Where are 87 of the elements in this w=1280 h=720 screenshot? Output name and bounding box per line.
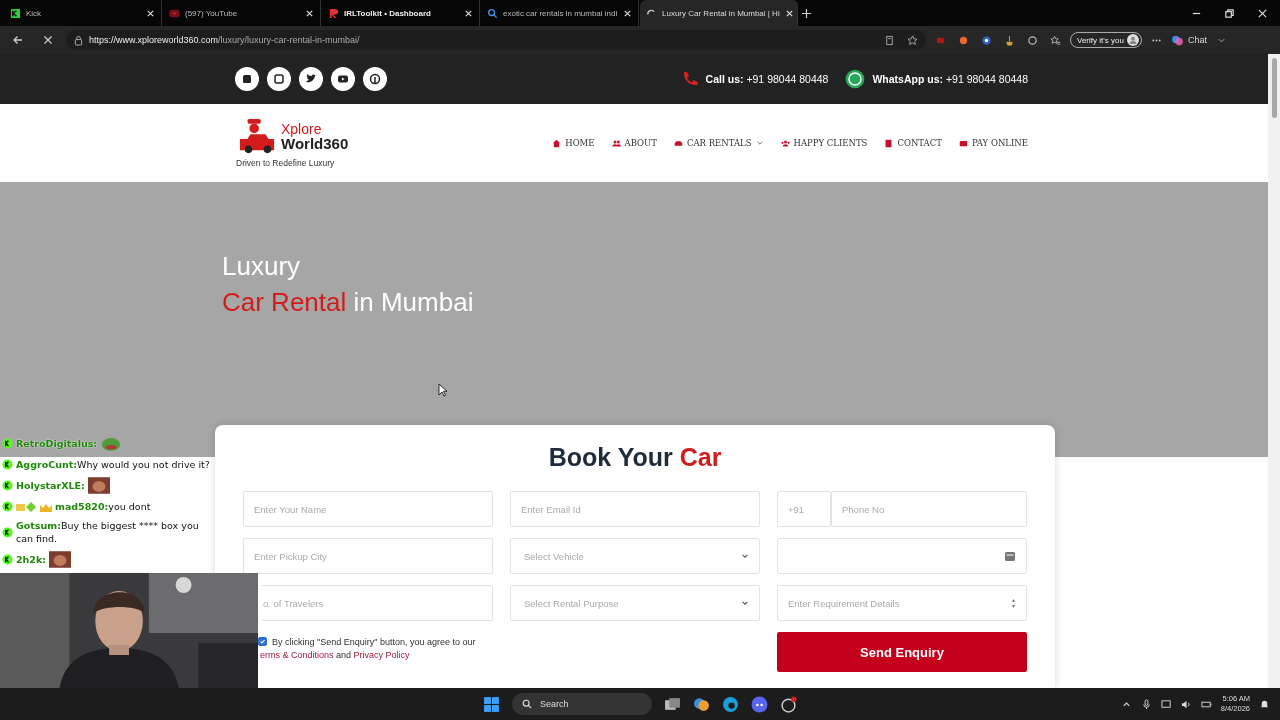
nav-link[interactable]: CONTACT	[884, 138, 942, 148]
date-field[interactable]	[777, 538, 1027, 574]
chat-message: mad5820:you dont	[55, 500, 151, 513]
toolkit-logo-icon	[328, 7, 339, 19]
scrollbar[interactable]	[1268, 54, 1280, 688]
calendar-icon	[1004, 550, 1016, 562]
address-bar[interactable]: https://www.xploreworld360.com/luxury/luxury-car-rental-in-mumbai/	[66, 30, 926, 50]
chat-message: 2h2k:	[16, 553, 47, 566]
close-icon[interactable]	[146, 8, 155, 18]
nav-link[interactable]: CAR RENTALS	[673, 138, 764, 148]
mouse-cursor-icon	[438, 383, 448, 397]
kick-badge-icon	[2, 526, 13, 538]
logo-name: Xplore	[281, 121, 323, 137]
logo-tagline: Driven to Redefine Luxury	[236, 158, 336, 168]
chat-message: AggroCunt:Why would you not drive it?	[16, 458, 210, 471]
privacy-policy-link[interactable]: Privacy Policy	[353, 650, 410, 660]
consent-text: By clicking "Send Enquiry" button, you agree to our	[272, 637, 477, 647]
nav-link[interactable]: HAPPY CLIENTS	[780, 138, 868, 148]
play-icon	[169, 7, 180, 19]
kick-badge-icon	[2, 438, 13, 449]
hero-heading: Luxury	[222, 250, 302, 283]
new-tab-icon[interactable]	[801, 7, 812, 19]
logo-name: World360	[281, 136, 349, 153]
chat-message: RetroDigitalus:	[16, 437, 98, 450]
copilot-icon[interactable]	[693, 695, 710, 713]
kick-logo-icon	[10, 7, 21, 19]
close-icon[interactable]	[784, 8, 794, 18]
extension-icon[interactable]	[1004, 34, 1015, 46]
home-icon	[552, 138, 562, 148]
chat-message: Gotsum:Buy the biggest **** box you can find.	[16, 519, 200, 545]
whatsapp-phone-number[interactable]: WhatsApp us: +91 98044 80448	[872, 73, 1028, 85]
terms-link[interactable]: erms & Conditions	[260, 650, 334, 660]
kick-badge-icon	[2, 501, 13, 512]
chevron-down-icon	[741, 599, 749, 607]
group-icon	[780, 138, 790, 148]
reading-view-icon[interactable]	[884, 34, 895, 46]
spinner-arrows-icon	[1011, 597, 1016, 609]
close-icon[interactable]	[623, 8, 632, 18]
edge-browser-icon[interactable]	[722, 695, 739, 713]
close-icon[interactable]	[305, 8, 314, 18]
search-icon	[487, 7, 498, 19]
close-icon[interactable]	[464, 8, 473, 18]
form-title: Book Your Car	[547, 443, 723, 472]
call-us-phone-number[interactable]: Call us: +91 98044 80448	[705, 73, 829, 85]
search-icon	[522, 699, 532, 709]
back-arrow-icon[interactable]	[12, 34, 24, 46]
emote-icon	[100, 435, 123, 452]
network-icon[interactable]	[1160, 698, 1172, 710]
favorites-icon[interactable]	[1050, 34, 1061, 46]
car-icon	[673, 138, 683, 148]
nav-link[interactable]: ABOUT	[611, 138, 657, 148]
contact-icon	[884, 138, 894, 148]
kick-badge-icon	[2, 459, 13, 470]
lock-icon	[74, 34, 83, 46]
users-icon	[611, 138, 621, 148]
microphone-icon[interactable]	[1140, 698, 1152, 710]
browser-tab[interactable]: Luxury Car Rental in Mumbai | Hi	[640, 0, 798, 26]
youtube-icon[interactable]	[331, 67, 355, 91]
kick-badge-icon	[2, 554, 13, 565]
emote-icon	[49, 551, 72, 568]
close-icon[interactable]	[1257, 7, 1268, 19]
chevron-down-icon	[741, 552, 749, 560]
volume-icon[interactable]	[1180, 698, 1192, 710]
copilot-chat-button[interactable]: Chat	[1170, 33, 1207, 47]
consent-text: and	[336, 650, 352, 660]
hero-heading: Car Rental in Mumbai	[222, 286, 475, 319]
whatsapp-icon	[844, 68, 867, 90]
extension-icon[interactable]	[981, 34, 992, 46]
nav-link[interactable]: HOME	[552, 138, 595, 148]
nav-link[interactable]: PAY ONLINE	[958, 138, 1028, 148]
card-icon	[958, 138, 968, 148]
avatar-icon	[1126, 34, 1139, 46]
notification-bell-icon[interactable]	[1259, 698, 1270, 710]
taskbar-search[interactable]: Search	[512, 693, 652, 715]
kick-badge-icon	[2, 480, 13, 491]
chat-message: HolystarXLE:	[16, 479, 85, 492]
app-icon[interactable]	[780, 695, 797, 713]
task-view-icon[interactable]	[664, 695, 681, 713]
stop-icon[interactable]	[42, 34, 54, 46]
start-icon[interactable]	[483, 695, 500, 713]
star-icon[interactable]	[907, 34, 918, 46]
twitter-icon[interactable]	[299, 67, 323, 91]
send-enquiry-button[interactable]: Send Enquiry	[777, 632, 1027, 672]
restore-icon[interactable]	[1224, 7, 1235, 19]
copilot-icon	[1170, 33, 1184, 47]
discord-icon[interactable]	[751, 695, 768, 713]
emote-icon	[87, 477, 110, 494]
